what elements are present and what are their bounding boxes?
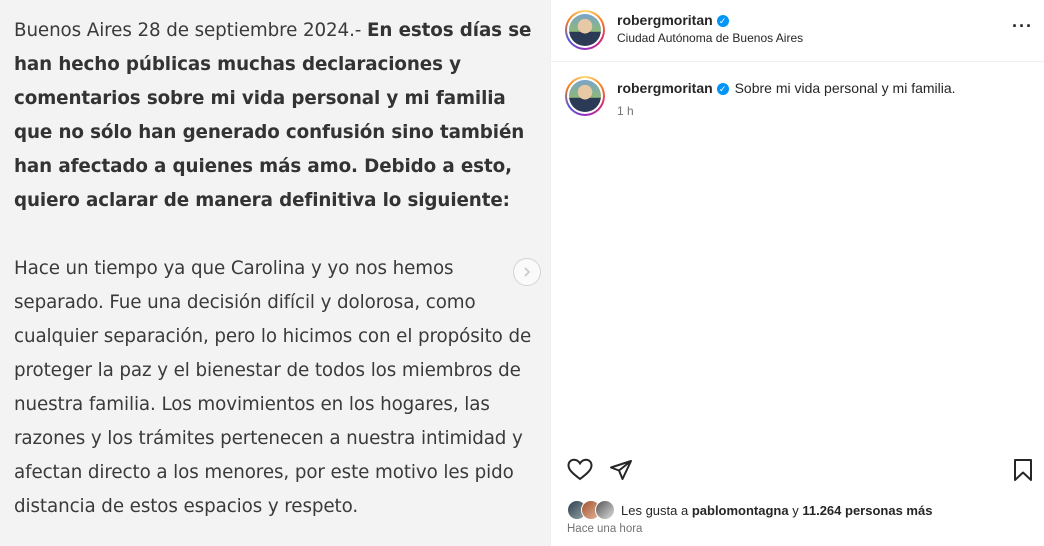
author-username[interactable]: robergmoritan [617,12,713,28]
post-paragraph-1-bold: En estos días se han hecho públicas much… [14,20,532,211]
post-image-text: Buenos Aires 28 de septiembre 2024.- En … [14,14,534,546]
caption-avatar[interactable] [565,76,605,116]
caption-text: Sobre mi vida personal y mi familia. [734,80,956,96]
likes-count[interactable]: 11.264 personas más [802,503,932,518]
chevron-right-icon [524,267,531,277]
more-options-icon[interactable]: ··· [1012,16,1033,37]
post-side-panel: robergmoritan ✓ Ciudad Autónoma de Buenos… [550,0,1044,546]
likes-text: Les gusta a pablomontagna y 11.264 perso… [621,503,932,518]
liker-avatar [595,500,615,520]
liker-avatars [567,500,615,520]
post-header: robergmoritan ✓ Ciudad Autónoma de Buenos… [551,0,1044,62]
bookmark-icon[interactable] [1013,458,1033,482]
share-send-icon[interactable] [609,458,633,482]
author-avatar[interactable] [565,10,605,50]
liker-username[interactable]: pablomontagna [692,503,789,518]
verified-badge-icon: ✓ [716,83,729,95]
action-bar [567,458,1033,486]
post-paragraph-1: Buenos Aires 28 de septiembre 2024.- En … [14,14,534,218]
likes-middle: y [788,502,803,518]
likes-prefix: Les gusta a [621,502,692,518]
avatar-image [569,80,601,112]
post-image[interactable]: Buenos Aires 28 de septiembre 2024.- En … [0,0,550,546]
like-heart-icon[interactable] [567,458,593,482]
caption-username[interactable]: robergmoritan [617,80,713,96]
post-paragraph-2: Hace un tiempo ya que Carolina y yo nos … [14,258,532,517]
post-paragraph-1-intro: Buenos Aires 28 de septiembre 2024.- [14,20,367,41]
next-image-button[interactable] [513,258,541,286]
caption: robergmoritan ✓ Sobre mi vida personal y … [617,80,1017,96]
verified-badge-icon: ✓ [716,15,729,27]
caption-time[interactable]: 1 h [617,104,634,118]
avatar-image [569,14,601,46]
likes-summary[interactable]: Les gusta a pablomontagna y 11.264 perso… [567,500,932,520]
post-location[interactable]: Ciudad Autónoma de Buenos Aires [617,31,803,45]
post-timestamp[interactable]: Hace una hora [567,523,642,535]
